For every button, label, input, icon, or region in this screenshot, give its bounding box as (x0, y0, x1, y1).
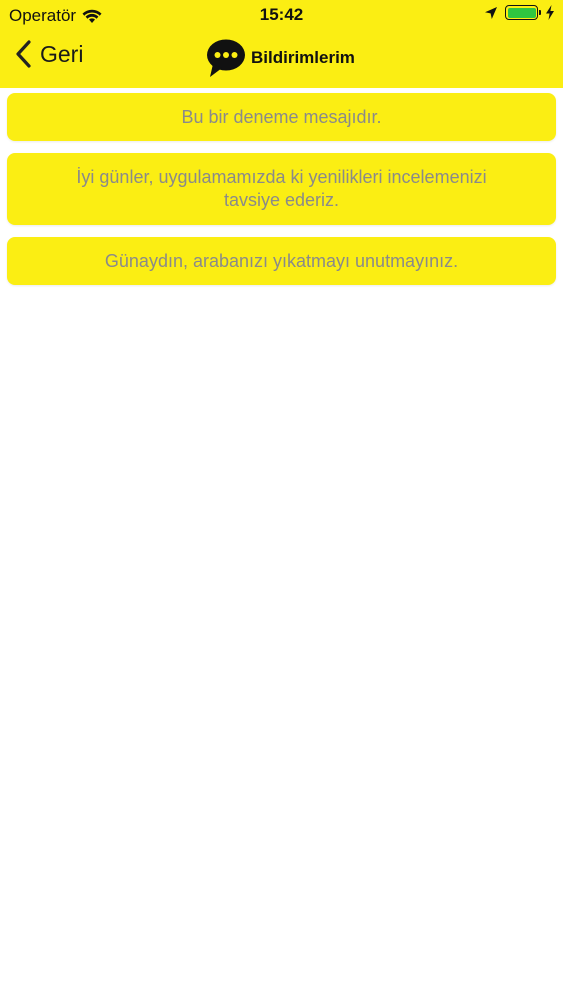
back-button[interactable]: Geri (14, 40, 83, 68)
notification-list: Bu bir deneme mesajıdır. İyi günler, uyg… (7, 93, 556, 297)
notification-item[interactable]: Bu bir deneme mesajıdır. (7, 93, 556, 141)
navigation-bar: Geri Bildirimlerim (0, 30, 563, 88)
page-title: Bildirimlerim (251, 48, 355, 67)
notification-text: Bu bir deneme mesajıdır. (181, 106, 382, 127)
notification-item[interactable]: İyi günler, uygulamamızda ki yenilikleri… (7, 153, 556, 225)
location-arrow-icon (485, 6, 497, 19)
notification-text: Günaydın, arabanızı yıkatmayı unutmayını… (104, 250, 459, 271)
battery-level (507, 7, 536, 18)
notification-item[interactable]: Günaydın, arabanızı yıkatmayı unutmayını… (7, 237, 556, 285)
charging-bolt-icon (546, 5, 554, 20)
chat-bubble-icon (207, 39, 245, 77)
chevron-left-icon (16, 40, 31, 68)
status-bar: Operatör 15:42 (0, 0, 563, 30)
notification-text: İyi günler, uygulamamızda ki yenilikleri… (76, 167, 487, 210)
status-time: 15:42 (259, 5, 304, 24)
title-group: Bildirimlerim (205, 37, 355, 79)
back-label: Geri (40, 40, 84, 67)
battery-icon (505, 5, 541, 20)
header: Operatör 15:42 Geri Bildirimlerim (0, 0, 563, 88)
screen: Operatör 15:42 Geri Bildirimlerim Bu bir… (0, 0, 563, 1000)
status-indicators (484, 5, 555, 20)
